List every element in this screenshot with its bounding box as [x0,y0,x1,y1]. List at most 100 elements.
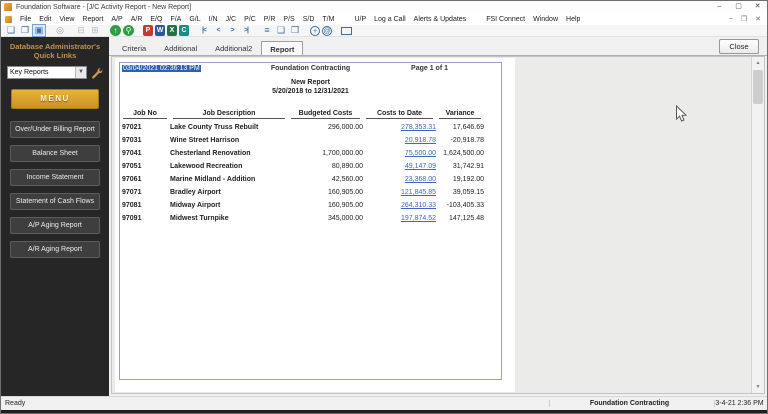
export-excel-icon[interactable]: X [167,25,177,36]
menu-fsi-connect[interactable]: FSI Connect [482,16,529,23]
costs-to-date-link[interactable]: 121,845.85 [401,189,436,196]
vertical-scrollbar[interactable]: ▲ ▼ [751,57,764,393]
menu-a-p[interactable]: A/P [107,16,126,23]
cascade-windows-icon[interactable]: ❐ [19,25,31,36]
sidebar-header-line1: Database Administrator's [9,42,101,51]
menu-g-l[interactable]: G/L [185,16,204,23]
export-word-icon[interactable]: W [155,25,165,36]
window-bottom-edge [1,410,767,413]
costs-to-date-link[interactable]: 20,918.78 [405,137,436,144]
sidebar-button-a-p-aging-report[interactable]: A/P Aging Report [10,217,100,234]
sidebar-button-statement-of-cash-flows[interactable]: Statement of Cash Flows [10,193,100,210]
tab-additional2[interactable]: Additional2 [206,40,261,56]
cell-costs-to-date: 197,874.52 [363,215,436,222]
active-window-icon[interactable]: ▣ [32,24,46,37]
report-viewer: 03/04/2021 02:36:13 PM Foundation Contra… [111,56,765,394]
menu-u-p[interactable]: U/P [350,16,370,23]
menu-p-r[interactable]: P/R [260,16,280,23]
menu-e-q[interactable]: E/Q [146,16,166,23]
menu-view[interactable]: View [55,16,78,23]
menu-report[interactable]: Report [78,16,107,23]
menu-alerts-updates[interactable]: Alerts & Updates [410,16,471,23]
scroll-up-icon[interactable]: ▲ [752,57,764,69]
cell-budgeted-costs: 296,000.00 [327,124,363,131]
tab-additional[interactable]: Additional [155,40,206,56]
menu-p-s[interactable]: P/S [279,16,298,23]
menu-i-n[interactable]: I/N [205,16,222,23]
remote-monitor-icon[interactable] [341,27,352,35]
costs-to-date-link[interactable]: 75,500.00 [405,150,436,157]
menu-a-r[interactable]: A/R [127,16,147,23]
menu-j-c[interactable]: J/C [222,16,241,23]
export-pdf-icon[interactable]: P [143,25,153,36]
refresh-icon[interactable]: + [310,25,320,36]
menu-button[interactable]: MENU [11,89,99,109]
mdi-restore-icon[interactable]: ❐ [741,15,747,23]
mdi-close-icon[interactable]: ✕ [755,15,761,23]
last-page-icon[interactable]: >| [240,25,252,36]
report-group-dropdown[interactable]: Key Reports ▼ [7,66,87,79]
menu-bar: File Edit View Report A/P A/R E/Q F/A G/L I/N J/C P… [1,13,767,25]
tabs: Criteria Additional Additional2 Report [113,40,304,57]
close-icon[interactable]: ✕ [748,1,767,13]
mdi-minimize-icon[interactable]: – [729,15,733,23]
tile-windows-icon[interactable]: ❏ [5,25,17,36]
report-details-icon[interactable]: ❒ [289,25,301,36]
cell-variance: 17,646.69 [452,124,484,131]
chevron-down-icon[interactable]: ▼ [75,67,86,78]
status-company: Foundation Contracting [549,400,709,407]
costs-to-date-link[interactable]: 49,147.09 [405,163,436,170]
minimize-icon[interactable]: – [710,1,729,13]
wrench-icon[interactable] [91,67,103,79]
menu-s-d[interactable]: S/D [299,16,319,23]
costs-to-date-link[interactable]: 23,368.00 [405,176,436,183]
print-preview-icon[interactable]: ⊞ [89,25,101,36]
menu-f-a[interactable]: F/A [166,16,185,23]
menu-edit[interactable]: Edit [35,16,55,23]
cell-costs-to-date: 49,147.09 [363,163,436,170]
costs-to-date-link[interactable]: 278,353.31 [401,124,436,131]
cell-job-description: Chesterland Renovation [170,150,251,157]
window-controls: – ▢ ✕ [710,1,767,13]
maximize-icon[interactable]: ▢ [729,1,748,13]
zoom-icon[interactable]: ⚲ [123,25,134,36]
fsi-connect-icon[interactable]: @ [322,25,332,36]
print-icon[interactable]: ⊟ [75,25,87,36]
report-table: Job No Job Description Budgeted Costs Costs… [120,107,501,225]
close-button[interactable]: Close [719,39,759,54]
menu-log-a-call[interactable]: Log a Call [370,16,410,23]
first-page-icon[interactable]: |< [198,25,210,36]
menu-help[interactable]: Help [562,16,584,23]
quick-link-buttons: Over/Under Billing Report Balance Sheet In… [10,121,100,258]
report-list-icon[interactable]: ≡ [261,25,273,36]
sidebar-button-income-statement[interactable]: Income Statement [10,169,100,186]
cell-job-no: 97061 [122,176,142,183]
costs-to-date-link[interactable]: 197,874.52 [401,215,436,222]
scrollbar-thumb[interactable] [753,70,763,104]
costs-to-date-link[interactable]: 264,310.33 [401,202,436,209]
next-page-icon[interactable]: > [226,25,238,36]
sidebar-button-a-r-aging-report[interactable]: A/R Aging Report [10,241,100,258]
export-csv-icon[interactable]: C [179,25,189,36]
scroll-down-icon[interactable]: ▼ [752,381,764,393]
tab-report[interactable]: Report [261,41,304,57]
cell-costs-to-date: 278,353.31 [363,124,436,131]
quick-links-sidebar: Database Administrator's Quick Links Key… [1,37,109,396]
mdi-window-controls: – ❐ ✕ [729,15,761,23]
cell-job-description: Wine Street Harrison [170,137,240,144]
prev-page-icon[interactable]: < [212,25,224,36]
menu-window[interactable]: Window [529,16,562,23]
tab-criteria[interactable]: Criteria [113,40,155,56]
cell-variance: -20,918.78 [450,137,484,144]
menu-file[interactable]: File [16,16,35,23]
new-report-icon[interactable]: ❑ [275,25,287,36]
menu-p-c[interactable]: P/C [240,16,260,23]
sidebar-button-balance-sheet[interactable]: Balance Sheet [10,145,100,162]
status-ready: Ready [5,400,26,407]
email-report-icon[interactable]: ↑ [110,25,121,36]
cell-job-no: 97091 [122,215,142,222]
cell-job-description: Midwest Turnpike [170,215,229,222]
sidebar-button-over-under-billing-report[interactable]: Over/Under Billing Report [10,121,100,138]
menu-t-m[interactable]: T/M [318,16,338,23]
tip-lightbulb-icon[interactable]: ◎ [54,25,66,36]
